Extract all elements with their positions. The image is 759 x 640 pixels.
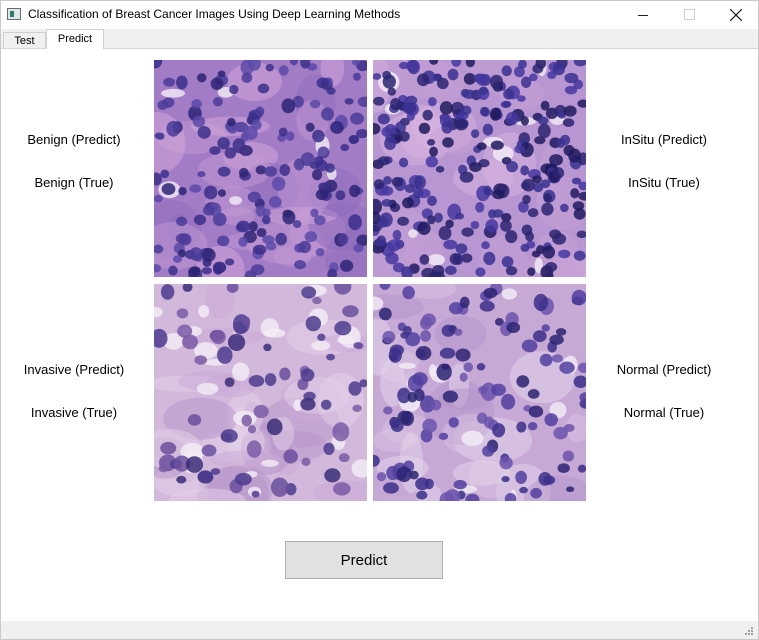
invasive-image: [154, 284, 367, 501]
invasive-true-label: Invasive (True): [30, 405, 118, 420]
maximize-button[interactable]: [666, 1, 712, 29]
predict-button[interactable]: Predict: [285, 541, 443, 579]
normal-image: [373, 284, 586, 501]
benign-true-label: Benign (True): [34, 175, 114, 190]
tab-predict[interactable]: Predict: [46, 29, 104, 49]
normal-true-label: Normal (True): [623, 405, 705, 420]
close-icon: [730, 9, 742, 21]
title-bar: Classification of Breast Cancer Images U…: [1, 1, 758, 29]
benign-image: [154, 60, 367, 277]
app-icon: [7, 8, 21, 20]
benign-predict-label: Benign (Predict): [27, 132, 121, 147]
normal-predict-label: Normal (Predict): [616, 362, 712, 377]
close-button[interactable]: [712, 1, 758, 29]
insitu-image: [373, 60, 586, 277]
app-window: Classification of Breast Cancer Images U…: [0, 0, 759, 640]
tab-test[interactable]: Test: [3, 32, 46, 48]
window-title: Classification of Breast Cancer Images U…: [28, 7, 401, 21]
resize-grip-icon[interactable]: [744, 626, 754, 636]
minimize-button[interactable]: [620, 1, 666, 29]
insitu-predict-label: InSitu (Predict): [621, 132, 707, 147]
invasive-predict-label: Invasive (Predict): [23, 362, 125, 377]
tab-bar: Test Predict: [1, 29, 758, 49]
insitu-true-label: InSitu (True): [628, 175, 700, 190]
status-bar: [1, 621, 758, 639]
